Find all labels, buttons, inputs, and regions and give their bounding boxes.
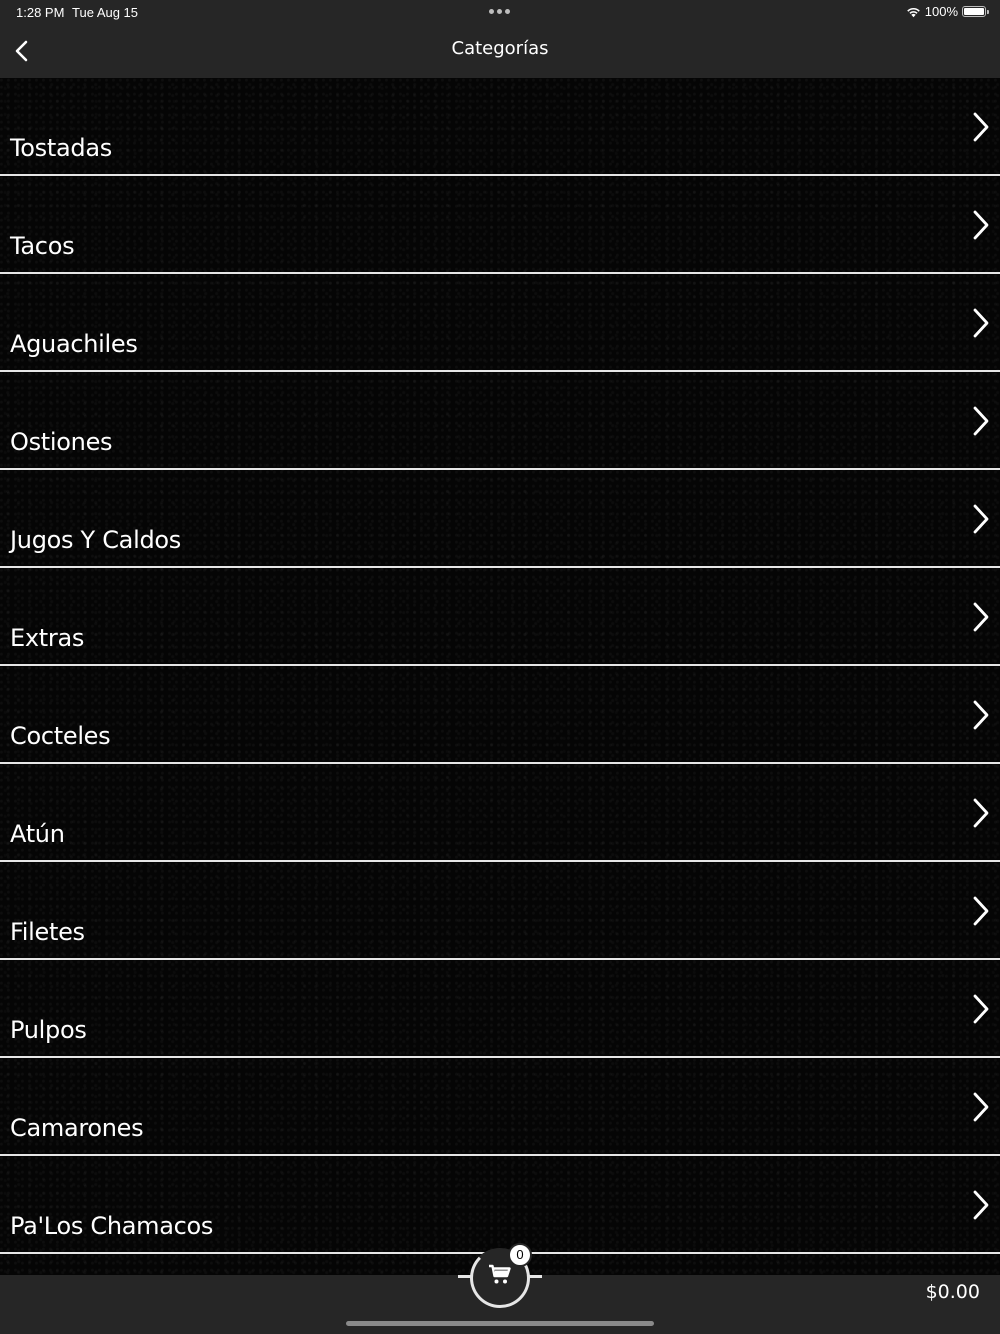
- status-bar: 1:28 PM Tue Aug 15 100%: [0, 0, 1000, 24]
- category-label: Ostiones: [10, 428, 113, 456]
- chevron-right-icon: [973, 1190, 989, 1220]
- page-title: Categorías: [451, 38, 549, 59]
- status-right: 100%: [906, 4, 989, 19]
- chevron-right-icon: [973, 210, 989, 240]
- battery-icon: [962, 6, 989, 17]
- list-item[interactable]: Cocteles: [0, 666, 1000, 764]
- cart-total: $0.00: [925, 1281, 980, 1303]
- category-label: Aguachiles: [10, 330, 138, 358]
- cart-count-badge: 0: [508, 1243, 532, 1267]
- cart-wing-right: [528, 1275, 542, 1278]
- chevron-right-icon: [973, 602, 989, 632]
- category-label: Camarones: [10, 1114, 144, 1142]
- category-label: Atún: [10, 820, 65, 848]
- chevron-right-icon: [973, 406, 989, 436]
- list-item[interactable]: Camarones: [0, 1058, 1000, 1156]
- list-item[interactable]: Extras: [0, 568, 1000, 666]
- battery-percent: 100%: [924, 4, 958, 19]
- category-label: Jugos Y Caldos: [10, 526, 181, 554]
- cart-area: 0: [458, 1243, 542, 1308]
- category-list: Tostadas Tacos Aguachiles Ostiones Jugos Y C…: [0, 78, 1000, 1275]
- category-label: Tostadas: [10, 134, 112, 162]
- category-label: Filetes: [10, 918, 85, 946]
- category-label: Pa'Los Chamacos: [10, 1212, 214, 1240]
- chevron-right-icon: [973, 504, 989, 534]
- chevron-right-icon: [973, 700, 989, 730]
- chevron-right-icon: [973, 896, 989, 926]
- list-item[interactable]: Atún: [0, 764, 1000, 862]
- category-label: Cocteles: [10, 722, 111, 750]
- wifi-icon: [906, 7, 920, 17]
- chevron-right-icon: [973, 1092, 989, 1122]
- list-item[interactable]: Pa'Los Chamacos: [0, 1156, 1000, 1254]
- chevron-right-icon: [973, 994, 989, 1024]
- chevron-right-icon: [973, 112, 989, 142]
- cart-icon: [489, 1264, 511, 1284]
- list-item[interactable]: Tacos: [0, 176, 1000, 274]
- list-item[interactable]: Ostiones: [0, 372, 1000, 470]
- list-item[interactable]: Tostadas: [0, 78, 1000, 176]
- chevron-right-icon: [973, 798, 989, 828]
- list-item[interactable]: Filetes: [0, 862, 1000, 960]
- list-item[interactable]: Pulpos: [0, 960, 1000, 1058]
- list-item[interactable]: Jugos Y Caldos: [0, 470, 1000, 568]
- nav-bar: Categorías: [0, 24, 1000, 78]
- status-date: Tue Aug 15: [72, 5, 139, 20]
- home-indicator[interactable]: [346, 1321, 654, 1326]
- status-time: 1:28 PM: [16, 5, 65, 20]
- multitasking-dots-icon[interactable]: [489, 9, 510, 14]
- category-label: Extras: [10, 624, 85, 652]
- category-label: Tacos: [10, 232, 75, 260]
- category-label: Pulpos: [10, 1016, 87, 1044]
- chevron-right-icon: [973, 308, 989, 338]
- list-item[interactable]: Aguachiles: [0, 274, 1000, 372]
